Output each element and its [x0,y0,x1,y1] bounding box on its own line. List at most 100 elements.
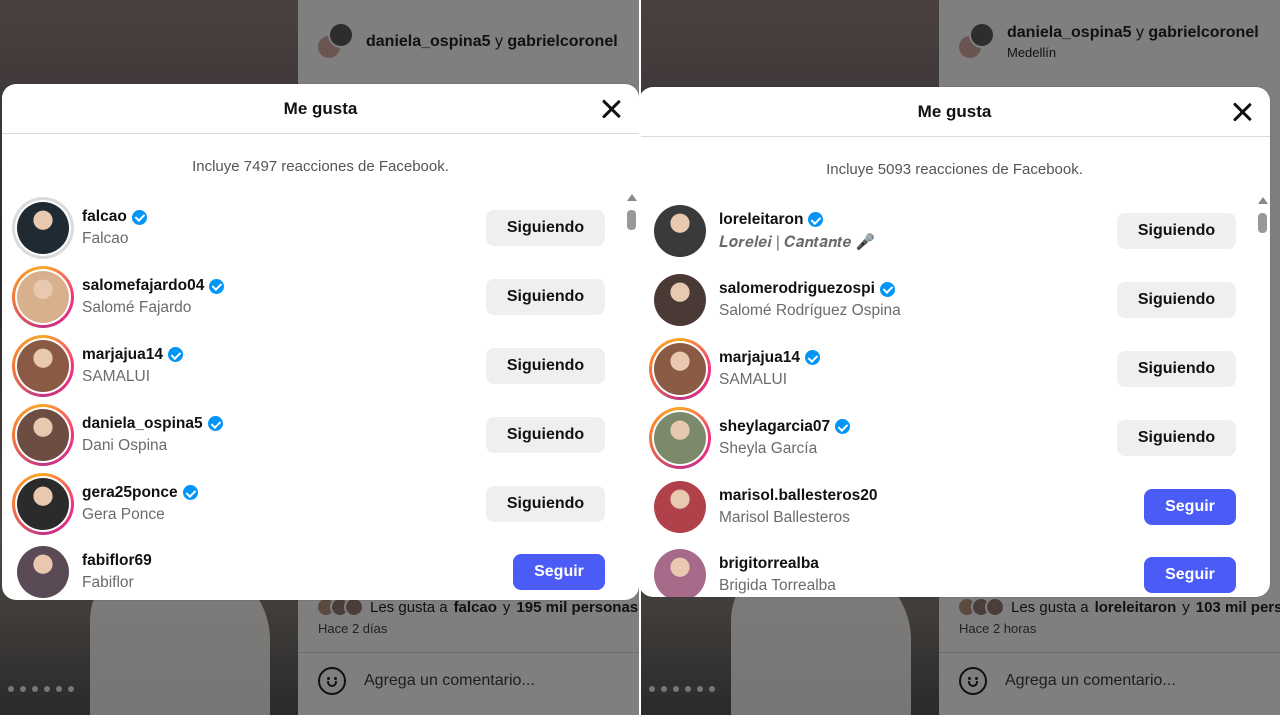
full-name: Gera Ponce [82,505,165,523]
following-button[interactable]: Siguiendo [486,210,605,247]
full-name: Falcao [82,230,129,248]
username-link[interactable]: salomefajardo04 [82,277,204,295]
modal-header: Me gusta [641,87,1270,137]
likes-count-link[interactable]: 103 mil personas [1196,599,1280,616]
user-row: fabiflor69 Fabiflor Seguir [2,538,619,600]
avatar[interactable] [649,476,711,538]
liker-avatars [316,597,364,617]
following-button[interactable]: Siguiendo [486,347,605,384]
comment-bar: Agrega un comentario... [959,667,1176,695]
comment-bar: Agrega un comentario... [318,667,535,695]
username-link[interactable]: marjajua14 [719,349,800,367]
author-connector: y [1135,24,1144,41]
following-button[interactable]: Siguiendo [1117,213,1236,250]
username-link[interactable]: falcao [82,208,127,226]
follow-button[interactable]: Seguir [513,554,605,591]
scroll-up-icon[interactable] [1258,197,1268,204]
following-button[interactable]: Siguiendo [486,279,605,316]
username-link[interactable]: fabiflor69 [82,552,152,570]
screenshot-right: daniela_ospina5 y gabrielcoronel Medellí… [641,0,1280,715]
likes-prefix: Les gusta a [370,598,448,616]
close-icon[interactable] [1230,100,1254,124]
follow-button[interactable]: Seguir [1144,488,1236,525]
username-link[interactable]: brigitorrealba [719,555,819,573]
username-link[interactable]: sheylagarcia07 [719,418,830,436]
avatar[interactable] [649,544,711,597]
avatar[interactable] [12,472,74,535]
user-row: marjajua14 SAMALUI Siguiendo [641,335,1250,404]
following-button[interactable]: Siguiendo [486,416,605,453]
avatar[interactable] [649,406,711,469]
avatar[interactable] [12,197,74,260]
reactions-note: Incluye 5093 reacciones de Facebook. [826,161,1083,178]
user-row: salomefajardo04 Salomé Fajardo Siguiendo [2,263,619,332]
username-link[interactable]: marisol.ballesteros20 [719,487,878,505]
scrollbar[interactable] [1256,197,1268,593]
user-row: loreleitaron 𝑳𝒐𝒓𝒆𝒍𝒆𝒊 | 𝑪𝒂𝒏𝒕𝒂𝒏𝒕𝒆 🎤 Siguiend… [641,197,1250,266]
following-button[interactable]: Siguiendo [486,485,605,522]
likes-summary[interactable]: Les gusta a loreleitaron y 103 mil perso… [957,597,1280,617]
avatar[interactable] [12,403,74,466]
divider [939,652,1280,653]
following-button[interactable]: Siguiendo [1117,419,1236,456]
screenshot-left: daniela_ospina5 y gabrielcoronel Les gus… [0,0,639,715]
avatar[interactable] [649,269,711,331]
carousel-dots [649,686,715,692]
following-button[interactable]: Siguiendo [1117,282,1236,319]
verified-badge-icon [808,212,824,228]
avatar[interactable] [12,541,74,600]
likes-user-link[interactable]: falcao [454,599,497,616]
emoji-icon[interactable] [318,667,346,695]
emoji-icon[interactable] [959,667,987,695]
post-time: Hace 2 horas [959,621,1037,636]
post-header: daniela_ospina5 y gabrielcoronel [316,22,618,62]
scroll-thumb[interactable] [627,210,636,230]
user-row: salomerodriguezospi Salomé Rodríguez Ospi… [641,266,1250,335]
likes-connector: y [502,598,511,616]
author1-link[interactable]: daniela_ospina5 [1007,24,1132,41]
author-avatars[interactable] [316,22,356,62]
scrollbar[interactable] [625,194,637,596]
scroll-thumb[interactable] [1258,213,1267,233]
avatar[interactable] [649,200,711,262]
likes-connector: y [1182,598,1190,616]
likes-list: falcao Falcao Siguiendo salomefajardo04 Salo… [2,194,619,600]
verified-badge-icon [131,209,147,225]
username-link[interactable]: salomerodriguezospi [719,280,875,298]
author-avatars[interactable] [957,22,997,62]
verified-badge-icon [207,416,223,432]
author-connector: y [494,33,503,50]
close-icon[interactable] [599,97,623,121]
likes-summary[interactable]: Les gusta a falcao y 195 mil personas [316,597,638,617]
post-header: daniela_ospina5 y gabrielcoronel Medellí… [957,22,1259,62]
comment-input[interactable]: Agrega un comentario... [1005,672,1176,690]
follow-button[interactable]: Seguir [1144,557,1236,594]
avatar[interactable] [649,337,711,400]
modal-title: Me gusta [283,98,358,118]
divider [298,652,639,653]
username-link[interactable]: loreleitaron [719,211,803,229]
scroll-up-icon[interactable] [627,194,637,201]
full-name: SAMALUI [719,370,788,388]
likes-user-link[interactable]: loreleitaron [1095,599,1177,616]
carousel-dots [8,686,74,692]
author2-link[interactable]: gabrielcoronel [507,33,617,50]
username-link[interactable]: gera25ponce [82,484,178,502]
author1-link[interactable]: daniela_ospina5 [366,33,491,50]
full-name: Marisol Ballesteros [719,508,850,526]
comment-input[interactable]: Agrega un comentario... [364,672,535,690]
following-button[interactable]: Siguiendo [1117,350,1236,387]
user-row: falcao Falcao Siguiendo [2,194,619,263]
likes-list: loreleitaron 𝑳𝒐𝒓𝒆𝒍𝒆𝒊 | 𝑪𝒂𝒏𝒕𝒂𝒏𝒕𝒆 🎤 Siguiend… [641,197,1250,597]
full-name: Brigida Torrealba [719,577,836,595]
avatar[interactable] [12,334,74,397]
verified-badge-icon [168,347,183,363]
likes-count-link[interactable]: 195 mil personas [516,599,638,616]
author2-link[interactable]: gabrielcoronel [1148,24,1258,41]
avatar[interactable] [12,266,74,329]
username-link[interactable]: marjajua14 [82,346,163,364]
post-time: Hace 2 días [318,621,388,636]
post-location[interactable]: Medellín [1007,45,1259,60]
modal-title: Me gusta [917,101,992,121]
username-link[interactable]: daniela_ospina5 [82,415,203,433]
